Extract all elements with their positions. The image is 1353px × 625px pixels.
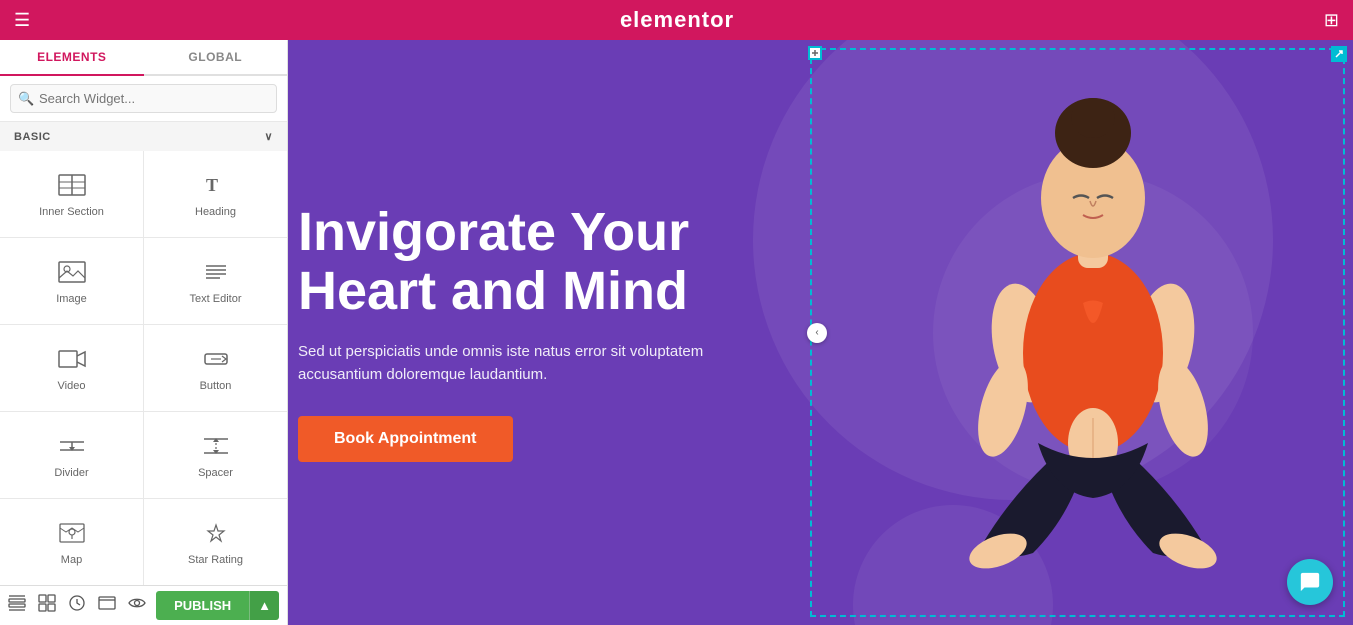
widget-divider[interactable]: Divider [0, 412, 143, 498]
grid-apps-icon[interactable]: ⊞ [1324, 10, 1339, 31]
book-appointment-button[interactable]: Book Appointment [298, 416, 513, 462]
basic-section-label: BASIC [14, 131, 51, 143]
search-icon: 🔍 [18, 91, 34, 107]
search-wrapper: 🔍 [10, 84, 277, 113]
hero-heading-line1: Invigorate Your [298, 202, 689, 262]
image-icon [58, 261, 86, 287]
top-bar: ☰ elementor ⊞ [0, 0, 1353, 40]
basic-section-header[interactable]: BASIC ∨ [0, 122, 287, 151]
sidebar-tabs: ELEMENTS GLOBAL [0, 40, 287, 76]
bottom-left-icons [8, 594, 146, 617]
main-layout: ELEMENTS GLOBAL 🔍 BASIC ∨ [0, 40, 1353, 625]
yoga-figure-area [833, 40, 1353, 625]
inner-section-icon [58, 174, 86, 200]
tab-global[interactable]: GLOBAL [144, 40, 288, 74]
widget-map-label: Map [61, 554, 82, 566]
selection-handle-tl [808, 46, 822, 60]
widget-video[interactable]: Video [0, 325, 143, 411]
widget-spacer-label: Spacer [198, 467, 233, 479]
button-icon [202, 348, 230, 374]
yoga-figure-svg [883, 43, 1303, 623]
svg-text:T: T [206, 175, 218, 195]
heading-icon: T [202, 174, 230, 200]
layers-icon[interactable] [8, 594, 26, 617]
video-icon [58, 348, 86, 374]
widget-map[interactable]: Map [0, 499, 143, 585]
elementor-logo: elementor [620, 7, 734, 33]
canvas-area[interactable]: Invigorate Your Heart and Mind Sed ut pe… [288, 40, 1353, 625]
publish-button[interactable]: PUBLISH [156, 591, 249, 620]
history-icon[interactable] [68, 594, 86, 617]
widget-grid: Inner Section T Heading [0, 151, 287, 585]
widget-image[interactable]: Image [0, 238, 143, 324]
widget-video-label: Video [58, 380, 86, 392]
elements-icon[interactable] [38, 594, 56, 617]
search-input[interactable] [10, 84, 277, 113]
map-icon [58, 522, 86, 548]
widget-divider-label: Divider [54, 467, 88, 479]
publish-btn-group: PUBLISH ▲ [156, 591, 279, 620]
preview-icon[interactable] [98, 594, 116, 617]
hero-heading-line2: Heart and Mind [298, 261, 688, 321]
text-editor-icon [202, 261, 230, 287]
chevron-down-icon: ∨ [264, 130, 273, 143]
search-bar-container: 🔍 [0, 76, 287, 122]
star-rating-icon [202, 522, 230, 548]
canvas-text-content: Invigorate Your Heart and Mind Sed ut pe… [288, 40, 808, 625]
chat-bubble[interactable] [1287, 559, 1333, 605]
divider-icon [58, 435, 86, 461]
widget-button[interactable]: Button [144, 325, 287, 411]
collapse-sidebar-arrow[interactable]: ‹ [807, 323, 827, 343]
widget-button-label: Button [200, 380, 232, 392]
sidebar: ELEMENTS GLOBAL 🔍 BASIC ∨ [0, 40, 288, 625]
hamburger-menu-icon[interactable]: ☰ [14, 10, 30, 31]
bottom-toolbar: PUBLISH ▲ [0, 585, 287, 625]
widget-star-rating[interactable]: Star Rating [144, 499, 287, 585]
widget-star-rating-label: Star Rating [188, 554, 243, 566]
widget-inner-section-label: Inner Section [39, 206, 104, 218]
publish-arrow-button[interactable]: ▲ [249, 591, 279, 620]
hero-subtext: Sed ut perspiciatis unde omnis iste natu… [298, 341, 778, 386]
hero-heading: Invigorate Your Heart and Mind [298, 203, 778, 322]
widget-text-editor-label: Text Editor [190, 293, 242, 305]
widget-heading[interactable]: T Heading [144, 151, 287, 237]
tab-elements[interactable]: ELEMENTS [0, 40, 144, 76]
widget-spacer[interactable]: Spacer [144, 412, 287, 498]
visibility-icon[interactable] [128, 594, 146, 617]
widget-text-editor[interactable]: Text Editor [144, 238, 287, 324]
spacer-icon [202, 435, 230, 461]
widget-image-label: Image [56, 293, 87, 305]
widget-heading-label: Heading [195, 206, 236, 218]
widget-inner-section[interactable]: Inner Section [0, 151, 143, 237]
